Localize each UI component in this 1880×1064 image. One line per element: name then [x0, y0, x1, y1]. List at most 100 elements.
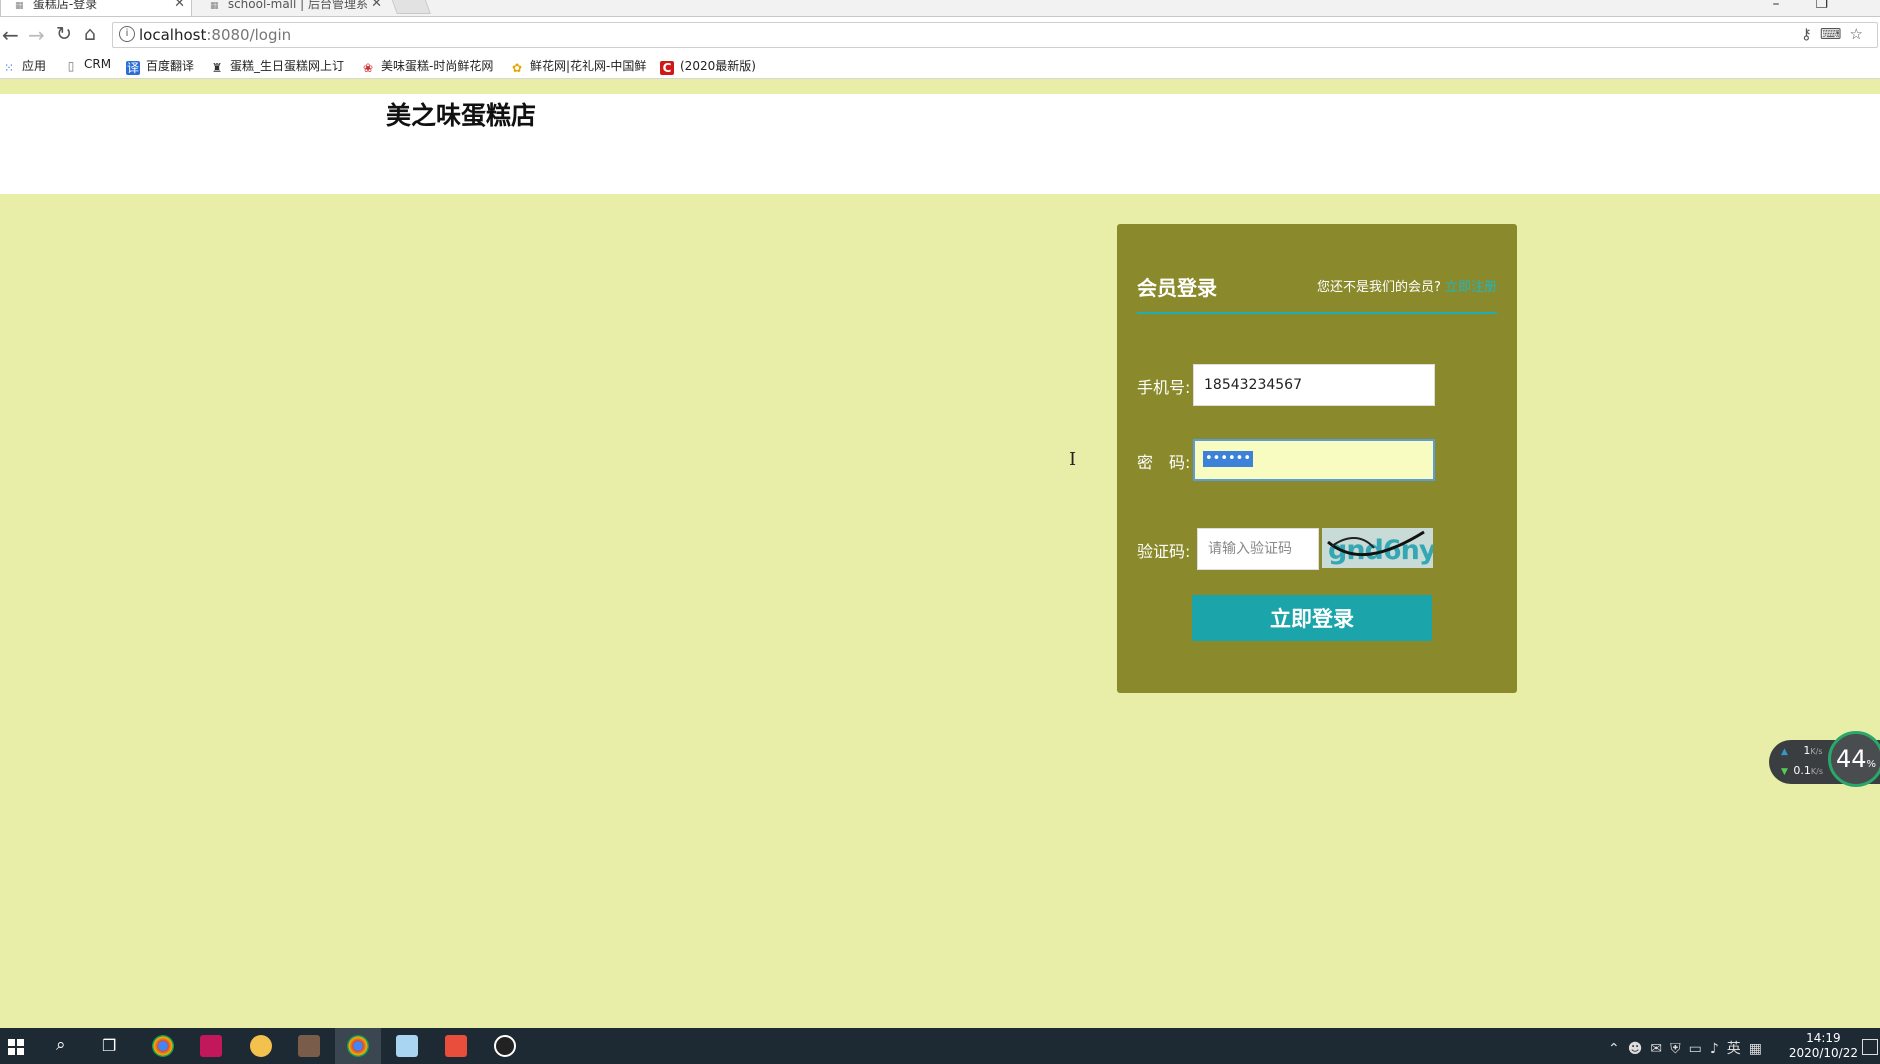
- bookmark-tasty-cake[interactable]: ❀ 美味蛋糕-时尚鲜花网: [361, 57, 493, 75]
- key-icon[interactable]: ⚷: [1801, 25, 1820, 43]
- bookmark-star-icon[interactable]: ☆: [1850, 25, 1871, 43]
- site-title: 美之味蛋糕店: [386, 101, 537, 130]
- reload-icon[interactable]: ↻: [56, 23, 72, 45]
- phone-input[interactable]: 18543234567: [1193, 364, 1435, 406]
- security-icon[interactable]: ⛨: [1670, 1041, 1689, 1057]
- taskbar: ⌕ ❐ ⌃☻✉⛨▭♪英▦ 14:19 2020/10/22: [0, 1028, 1880, 1064]
- apps-grid-icon: ⁙: [3, 61, 15, 75]
- speed-unit: K/s: [1810, 747, 1823, 756]
- page-favicon-icon: ▦: [210, 1, 219, 11]
- intellij-icon[interactable]: [200, 1035, 222, 1057]
- tab-school-mall[interactable]: ▦ school-mall | 后台管理系 ✕: [196, 0, 388, 16]
- keyboard-icon[interactable]: ▦: [1749, 1041, 1770, 1057]
- login-title: 会员登录: [1137, 276, 1217, 300]
- bookmarks-bar: ⁙ 应用 ▯ CRM 译百度翻译 ♜ 蛋糕_生日蛋糕网上订 ❀ 美味蛋糕-时尚鲜花网 ✿…: [0, 54, 1880, 79]
- url-text[interactable]: localhost:8080/login: [139, 26, 291, 44]
- bookmark-label: 百度翻译: [146, 59, 195, 73]
- notification-center-icon[interactable]: [1862, 1039, 1878, 1055]
- browser-toolbar: ← → ↻ ⌂ i localhost:8080/login ⚷⌨☆: [0, 17, 1880, 54]
- url-host: localhost: [139, 26, 207, 44]
- bookmark-baidu-translate[interactable]: 译百度翻译: [126, 57, 194, 75]
- game-app-icon[interactable]: [298, 1035, 320, 1057]
- close-tab-icon[interactable]: ✕: [174, 0, 185, 11]
- bookmark-label: 应用: [22, 59, 47, 73]
- c-brand-icon: C: [660, 61, 674, 75]
- tab-title: 蛋糕店-登录: [32, 0, 98, 11]
- phone-label: 手机号:: [1137, 378, 1191, 397]
- page-favicon-icon: ▦: [15, 1, 24, 11]
- chevron-up-icon[interactable]: ⌃: [1608, 1041, 1628, 1057]
- login-panel: 会员登录 您还不是我们的会员? 立即注册 手机号: 18543234567 密 …: [1117, 224, 1517, 693]
- bookmark-label: 蛋糕_生日蛋糕网上订: [230, 59, 345, 73]
- forward-arrow-icon[interactable]: →: [28, 23, 45, 47]
- register-prompt: 您还不是我们的会员? 立即注册: [1317, 276, 1497, 295]
- clock-time: 14:19: [1806, 1031, 1841, 1045]
- browser-tab-strip: ▦ 蛋糕店-登录 ✕ ▦ school-mall | 后台管理系 ✕ –❐: [0, 0, 1880, 17]
- minimize-icon[interactable]: –: [1772, 0, 1815, 12]
- tab-title: school-mall | 后台管理系: [227, 0, 369, 11]
- network-icon[interactable]: ▭: [1689, 1041, 1710, 1057]
- captcha-graphic: gnd6ny: [1322, 528, 1433, 568]
- bookmark-label: CRM: [84, 57, 112, 71]
- captcha-label: 验证码:: [1137, 542, 1191, 561]
- login-submit-button[interactable]: 立即登录: [1192, 595, 1432, 641]
- new-tab-button[interactable]: [391, 0, 431, 14]
- system-tray: ⌃☻✉⛨▭♪英▦: [1608, 1038, 1770, 1058]
- page-icon: ▯: [67, 59, 75, 73]
- speed-unit: K/s: [1810, 767, 1824, 776]
- bookmark-apps[interactable]: ⁙ 应用: [2, 57, 46, 75]
- captcha-input[interactable]: 请输入验证码: [1197, 528, 1319, 570]
- back-arrow-icon[interactable]: ←: [2, 23, 19, 47]
- translate-page-icon[interactable]: ⌨: [1820, 25, 1850, 43]
- tab-cake-login[interactable]: ▦ 蛋糕店-登录 ✕: [0, 0, 192, 16]
- volume-icon[interactable]: ♪: [1710, 1041, 1727, 1057]
- chrome-icon[interactable]: [152, 1035, 174, 1057]
- home-icon[interactable]: ⌂: [84, 23, 96, 45]
- windows-start-icon[interactable]: [8, 1039, 24, 1055]
- register-link[interactable]: 立即注册: [1445, 280, 1497, 295]
- duck-app-icon[interactable]: [250, 1035, 272, 1057]
- flower-site-icon: ❀: [362, 61, 374, 75]
- wechat-icon[interactable]: ✉: [1650, 1041, 1670, 1057]
- register-prompt-text: 您还不是我们的会员?: [1316, 280, 1441, 295]
- system-clock[interactable]: 14:19 2020/10/22: [1789, 1031, 1858, 1061]
- url-path: :8080/login: [206, 26, 292, 44]
- ime-indicator[interactable]: 英: [1727, 1041, 1749, 1057]
- text-cursor-icon: I: [1069, 449, 1077, 470]
- bookmark-label: 美味蛋糕-时尚鲜花网: [381, 59, 494, 73]
- percent-sign: %: [1866, 759, 1877, 770]
- qq-tray-icon[interactable]: ☻: [1628, 1041, 1651, 1057]
- clock-date: 2020/10/22: [1788, 1046, 1858, 1060]
- upload-speed: ▲ 1K/s: [1781, 744, 1823, 757]
- bookmark-2020[interactable]: C (2020最新版): [660, 57, 756, 75]
- captcha-image[interactable]: gnd6ny: [1322, 528, 1433, 568]
- chrome-icon-active[interactable]: [347, 1035, 369, 1057]
- site-header: 美之味蛋糕店: [0, 94, 1880, 194]
- address-bar-actions: ⚷⌨☆: [1801, 25, 1871, 43]
- bookmark-label: 鲜花网|花礼网-中国鲜: [530, 59, 647, 73]
- bookmark-crm[interactable]: ▯ CRM: [64, 57, 111, 73]
- window-controls[interactable]: –❐: [1772, 0, 1864, 12]
- password-value-selected: ••••••: [1203, 451, 1254, 467]
- bookmark-cake-order[interactable]: ♜ 蛋糕_生日蛋糕网上订: [210, 57, 344, 75]
- memory-usage-gauge[interactable]: 44%: [1828, 731, 1880, 787]
- download-arrow-icon: ▼: [1781, 767, 1788, 777]
- qq-icon[interactable]: [494, 1035, 516, 1057]
- flower-brand-icon: ✿: [511, 61, 523, 75]
- site-info-icon[interactable]: i: [119, 26, 135, 42]
- title-divider: [1137, 312, 1497, 314]
- download-value: 0.1: [1793, 764, 1811, 777]
- bookmark-flower-net[interactable]: ✿ 鲜花网|花礼网-中国鲜: [510, 57, 646, 75]
- notepad-icon[interactable]: [396, 1035, 418, 1057]
- memory-percent: 44: [1835, 745, 1867, 773]
- download-speed: ▼ 0.1K/s: [1781, 764, 1823, 777]
- task-view-icon[interactable]: ❐: [102, 1036, 116, 1055]
- bookmark-label: (2020最新版): [680, 59, 756, 73]
- password-label: 密 码:: [1137, 453, 1191, 472]
- password-input[interactable]: ••••••: [1193, 439, 1435, 481]
- search-icon[interactable]: ⌕: [56, 1035, 66, 1055]
- restore-icon[interactable]: ❐: [1815, 0, 1864, 12]
- address-bar[interactable]: i localhost:8080/login ⚷⌨☆: [112, 22, 1878, 48]
- office-icon[interactable]: [445, 1035, 467, 1057]
- close-tab-icon[interactable]: ✕: [371, 0, 382, 11]
